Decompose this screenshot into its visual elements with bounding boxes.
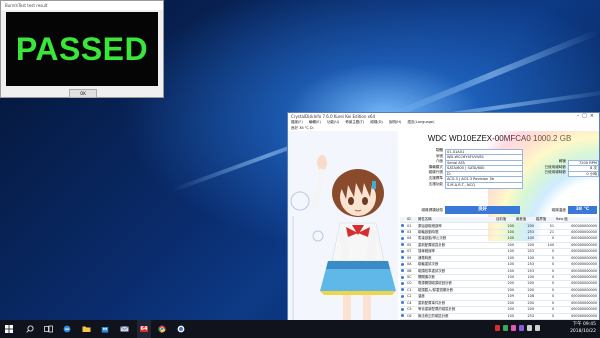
status-dot-icon bbox=[401, 249, 404, 253]
temperature-badge: 38 °C bbox=[568, 206, 597, 214]
menu-item-help[interactable]: 說明(H) bbox=[389, 120, 401, 124]
edge-icon bbox=[63, 325, 71, 333]
volume-icon[interactable] bbox=[535, 325, 540, 331]
folder-icon bbox=[82, 326, 90, 332]
windows-icon bbox=[5, 325, 13, 333]
title-bar: CrystalDiskInfo 7.6.0 Kurei Kei Edition … bbox=[288, 113, 599, 120]
system-tray-icons[interactable] bbox=[495, 325, 540, 331]
status-dot-icon bbox=[401, 269, 404, 273]
status-dot-icon bbox=[401, 301, 404, 305]
search-button[interactable] bbox=[24, 320, 36, 338]
crystaldiskinfo-window: CrystalDiskInfo 7.6.0 Kurei Kei Edition … bbox=[287, 112, 600, 329]
clock[interactable]: 下午 09:45 2018/10/22 bbox=[570, 322, 596, 335]
smart-table-body: 01 原始讀取錯誤率 200 200 51 000000000000 03 磁軸啟動時間 100… bbox=[400, 222, 598, 328]
status-dot-icon bbox=[401, 262, 404, 266]
status-dot-icon bbox=[401, 256, 404, 260]
status-dot-icon bbox=[401, 230, 404, 234]
ok-button[interactable]: OK bbox=[69, 89, 97, 98]
burnintest-badge: 64 bbox=[139, 326, 149, 332]
clock-date: 2018/10/22 bbox=[570, 328, 596, 334]
start-button[interactable] bbox=[3, 320, 15, 338]
menu-item-edit[interactable]: 編輯(E) bbox=[309, 120, 321, 124]
task-view-icon bbox=[43, 325, 53, 333]
taskbar-app-explorer[interactable] bbox=[80, 320, 92, 338]
window-title: BurnInTest test result bbox=[1, 1, 163, 10]
drive-info-panel: 韌體 01.01A01 序號 WD-WCC6Y4FUVV81 介面 Serial… bbox=[400, 148, 599, 189]
taskbar-app-edge[interactable] bbox=[61, 320, 73, 338]
tray-app-icon[interactable] bbox=[511, 325, 516, 331]
status-dot-icon bbox=[401, 314, 404, 318]
taskbar-app-chrome[interactable] bbox=[156, 320, 168, 338]
mascot-illustration bbox=[288, 131, 398, 328]
health-label: 磁碟健康狀態 bbox=[421, 208, 443, 212]
network-icon[interactable] bbox=[527, 325, 532, 331]
info-value: S.M.A.R.T., NCQ bbox=[445, 182, 523, 189]
mascot-artwork bbox=[288, 131, 398, 328]
health-status-badge[interactable]: 良好 bbox=[445, 206, 520, 214]
taskbar: 64 下午 09:45 2018/10/22 bbox=[0, 320, 600, 338]
status-dot-icon bbox=[401, 243, 404, 247]
mail-icon bbox=[119, 326, 129, 332]
menu-item-disk[interactable]: 磁碟(D) bbox=[370, 120, 382, 124]
info-row: 支援功能 S.M.A.R.T., NCQ bbox=[400, 181, 598, 189]
window-title: CrystalDiskInfo 7.6.0 Kurei Kei Edition … bbox=[291, 114, 376, 119]
tray-app-icon[interactable] bbox=[503, 325, 508, 331]
status-dot-icon bbox=[401, 294, 404, 298]
status-dot-icon bbox=[401, 281, 404, 285]
menu-item-file[interactable]: 檔案(F) bbox=[291, 120, 303, 124]
tray-app-icon[interactable] bbox=[495, 325, 500, 331]
status-dot-icon bbox=[401, 288, 404, 292]
chrome-icon bbox=[158, 325, 166, 333]
burnin-result-window: BurnInTest test result PASSED OK bbox=[0, 0, 164, 98]
menu-item-function[interactable]: 功能(U) bbox=[327, 120, 339, 124]
menu-item-theme[interactable]: 佈景主題(T) bbox=[345, 120, 364, 124]
taskbar-app-crystaldiskinfo[interactable] bbox=[175, 320, 187, 338]
health-status-row: 磁碟健康狀態 良好 磁碟溫度 38 °C bbox=[400, 205, 597, 215]
window-controls[interactable]: –□× bbox=[577, 113, 597, 120]
smart-attributes-table: ID 屬性名稱 目前值 最差值 臨界值 Raw 值 01 原始讀取錯誤率 200 20… bbox=[400, 217, 598, 328]
taskbar-app-store[interactable] bbox=[99, 320, 111, 338]
status-dot-icon bbox=[401, 275, 404, 279]
tray-app-icon[interactable] bbox=[519, 325, 524, 331]
clock-time: 下午 09:45 bbox=[572, 322, 596, 327]
crystaldiskinfo-icon bbox=[177, 325, 185, 333]
store-icon bbox=[101, 327, 109, 333]
taskbar-app-mail[interactable] bbox=[118, 320, 130, 338]
status-dot-icon bbox=[401, 307, 404, 311]
info-label: 支援功能 bbox=[428, 181, 443, 186]
result-text: PASSED bbox=[15, 30, 149, 67]
result-panel: PASSED bbox=[6, 12, 158, 86]
status-dot-icon bbox=[401, 236, 404, 240]
status-dot-icon bbox=[401, 224, 404, 228]
taskbar-app-burnintest[interactable]: 64 bbox=[137, 320, 151, 338]
temperature-label: 磁碟溫度 bbox=[551, 208, 566, 212]
task-view-button[interactable] bbox=[42, 320, 54, 338]
search-icon bbox=[26, 325, 34, 333]
menu-item-language[interactable]: 語言(Language) bbox=[407, 120, 434, 124]
